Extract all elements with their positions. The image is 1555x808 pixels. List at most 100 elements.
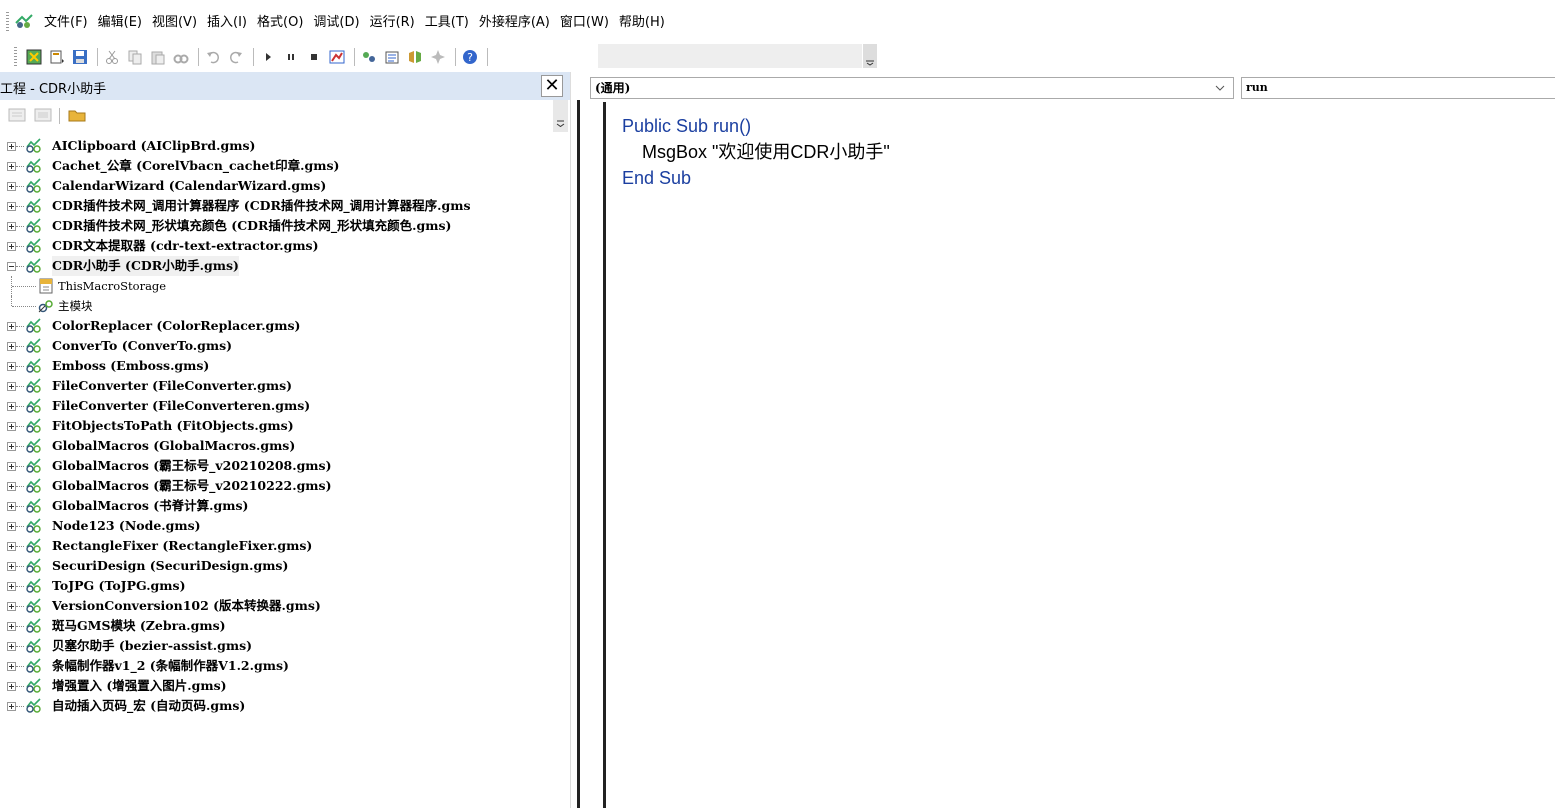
tree-item[interactable]: CalendarWizard (CalendarWizard.gms) xyxy=(0,176,570,196)
tree-item[interactable]: CDR插件技术网_调用计算器程序 (CDR插件技术网_调用计算器程序.gms xyxy=(0,196,570,216)
tree-item[interactable]: Cachet_公章 (CorelVbacn_cachet印章.gms) xyxy=(0,156,570,176)
insert-module-icon[interactable] xyxy=(47,47,67,67)
tree-item[interactable]: ToJPG (ToJPG.gms) xyxy=(0,576,570,596)
pane-splitter[interactable] xyxy=(570,72,577,808)
run-icon[interactable] xyxy=(258,47,278,67)
expand-icon[interactable] xyxy=(7,562,16,571)
tree-item[interactable]: GlobalMacros (书脊计算.gms) xyxy=(0,496,570,516)
save-icon[interactable] xyxy=(70,47,90,67)
expand-icon[interactable] xyxy=(7,662,16,671)
object-combo[interactable]: (通用) xyxy=(590,77,1234,99)
expand-icon[interactable] xyxy=(7,622,16,631)
expand-icon[interactable] xyxy=(7,642,16,651)
menu-item[interactable]: 窗口(W) xyxy=(558,14,617,32)
menu-item[interactable]: 调试(D) xyxy=(311,14,367,32)
tree-item[interactable]: VersionConversion102 (版本转换器.gms) xyxy=(0,596,570,616)
tree-item[interactable]: 斑马GMS模块 (Zebra.gms) xyxy=(0,616,570,636)
menubar-grip[interactable] xyxy=(6,12,9,32)
tree-item[interactable]: RectangleFixer (RectangleFixer.gms) xyxy=(0,536,570,556)
expand-icon[interactable] xyxy=(7,342,16,351)
tree-item[interactable]: SecuriDesign (SecuriDesign.gms) xyxy=(0,556,570,576)
view-object-icon[interactable] xyxy=(34,108,52,122)
properties-icon[interactable] xyxy=(382,47,402,67)
scroll-up-button[interactable] xyxy=(553,100,568,132)
tree-child-item[interactable]: 主模块 xyxy=(0,296,570,316)
expand-icon[interactable] xyxy=(7,522,16,531)
expand-icon[interactable] xyxy=(7,162,16,171)
tree-item[interactable]: CDR插件技术网_形状填充颜色 (CDR插件技术网_形状填充颜色.gms) xyxy=(0,216,570,236)
toolbar-options-button[interactable] xyxy=(862,44,877,68)
code-editor[interactable]: Public Sub run() MsgBox "欢迎使用CDR小助手" End … xyxy=(622,113,890,191)
break-icon[interactable] xyxy=(281,47,301,67)
menu-item[interactable]: 运行(R) xyxy=(368,14,423,32)
expand-icon[interactable] xyxy=(7,142,16,151)
expand-icon[interactable] xyxy=(7,402,16,411)
tree-item-label: ToJPG (ToJPG.gms) xyxy=(52,578,186,593)
tree-item[interactable]: GlobalMacros (霸王标号_v20210208.gms) xyxy=(0,456,570,476)
help-icon[interactable]: ? xyxy=(460,47,480,67)
reset-icon[interactable] xyxy=(304,47,324,67)
redo-icon[interactable] xyxy=(226,47,246,67)
menu-item[interactable]: 帮助(H) xyxy=(617,14,673,32)
menu-item[interactable]: 格式(O) xyxy=(255,14,311,32)
procedure-combo[interactable]: run xyxy=(1241,77,1555,99)
tree-item[interactable]: CDR文本提取器 (cdr-text-extractor.gms) xyxy=(0,236,570,256)
tree-item[interactable]: CDR小助手 (CDR小助手.gms) xyxy=(0,256,570,276)
cut-icon[interactable] xyxy=(102,47,122,67)
tree-item[interactable]: 增强置入 (增强置入图片.gms) xyxy=(0,676,570,696)
tree-item[interactable]: ConverTo (ConverTo.gms) xyxy=(0,336,570,356)
expand-icon[interactable] xyxy=(7,422,16,431)
tree-item[interactable]: ColorReplacer (ColorReplacer.gms) xyxy=(0,316,570,336)
menu-item[interactable]: 视图(V) xyxy=(150,14,205,32)
expand-icon[interactable] xyxy=(7,702,16,711)
tree-item[interactable]: Emboss (Emboss.gms) xyxy=(0,356,570,376)
toolbar-grip[interactable] xyxy=(14,47,17,67)
expand-icon[interactable] xyxy=(7,682,16,691)
expand-icon[interactable] xyxy=(7,322,16,331)
tree-item[interactable]: FitObjectsToPath (FitObjects.gms) xyxy=(0,416,570,436)
expand-icon[interactable] xyxy=(7,242,16,251)
menu-item[interactable]: 外接程序(A) xyxy=(477,14,558,32)
menu-item[interactable]: 文件(F) xyxy=(42,14,96,32)
tree-item[interactable]: GlobalMacros (GlobalMacros.gms) xyxy=(0,436,570,456)
menu-item[interactable]: 工具(T) xyxy=(423,14,477,32)
object-browser-icon[interactable] xyxy=(405,47,425,67)
tree-item[interactable]: AIClipboard (AIClipBrd.gms) xyxy=(0,136,570,156)
toolbox-icon[interactable] xyxy=(428,47,448,67)
tree-item[interactable]: FileConverter (FileConverter.gms) xyxy=(0,376,570,396)
tree-item[interactable]: GlobalMacros (霸王标号_v20210222.gms) xyxy=(0,476,570,496)
tree-item[interactable]: 贝塞尔助手 (bezier-assist.gms) xyxy=(0,636,570,656)
expand-icon[interactable] xyxy=(7,502,16,511)
expand-icon[interactable] xyxy=(7,542,16,551)
expand-icon[interactable] xyxy=(7,582,16,591)
copy-icon[interactable] xyxy=(125,47,145,67)
view-host-icon[interactable] xyxy=(24,47,44,67)
expand-icon[interactable] xyxy=(7,182,16,191)
expand-icon[interactable] xyxy=(7,382,16,391)
tree-child-item[interactable]: ThisMacroStorage xyxy=(0,276,570,296)
project-explorer-icon[interactable] xyxy=(359,47,379,67)
menu-item[interactable]: 插入(I) xyxy=(205,14,255,32)
expand-icon[interactable] xyxy=(7,362,16,371)
tree-item[interactable]: Node123 (Node.gms) xyxy=(0,516,570,536)
expand-icon[interactable] xyxy=(7,202,16,211)
find-icon[interactable] xyxy=(171,47,191,67)
close-button[interactable]: ✕ xyxy=(541,75,563,97)
collapse-icon[interactable] xyxy=(7,262,16,271)
tree-connector xyxy=(16,226,24,227)
expand-icon[interactable] xyxy=(7,222,16,231)
menu-item[interactable]: 编辑(E) xyxy=(96,14,150,32)
expand-icon[interactable] xyxy=(7,462,16,471)
toggle-folders-icon[interactable] xyxy=(68,108,86,122)
tree-item[interactable]: 条幅制作器v1_2 (条幅制作器V1.2.gms) xyxy=(0,656,570,676)
expand-icon[interactable] xyxy=(7,602,16,611)
tree-item[interactable]: 自动插入页码_宏 (自动页码.gms) xyxy=(0,696,570,716)
view-code-icon[interactable] xyxy=(8,108,26,122)
undo-icon[interactable] xyxy=(203,47,223,67)
toolbar-separator xyxy=(455,48,456,66)
expand-icon[interactable] xyxy=(7,482,16,491)
design-mode-icon[interactable] xyxy=(327,47,347,67)
expand-icon[interactable] xyxy=(7,442,16,451)
tree-item[interactable]: FileConverter (FileConverteren.gms) xyxy=(0,396,570,416)
paste-icon[interactable] xyxy=(148,47,168,67)
